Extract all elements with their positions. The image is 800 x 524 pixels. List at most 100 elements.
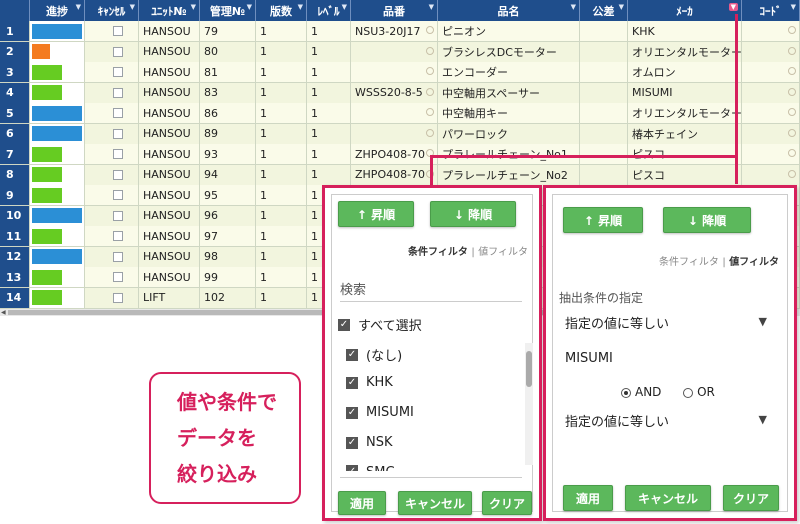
table-cell[interactable] [742,62,800,83]
table-cell[interactable]: HANSOU [139,82,200,104]
column-header[interactable]: 進捗 ▼ [30,0,85,21]
table-cell[interactable]: ブラシレスDCモーター [438,41,580,63]
table-cell[interactable]: エンコーダー [438,62,580,83]
table-cell[interactable] [742,82,800,104]
table-cell[interactable]: 80 [200,41,256,63]
checkbox[interactable]: ✓ [346,348,358,361]
sort-descending-button[interactable]: ↓ 降順 [663,207,751,233]
table-row[interactable]: 4 HANSOU 83 1 1 WSSS20-8-5 中空軸用スペーサー MISUMI [0,82,800,104]
cancel-checkbox[interactable] [113,108,123,118]
search-icon[interactable] [426,46,434,55]
clear-button[interactable]: クリア [482,491,532,515]
table-cell[interactable]: 1 [256,41,307,63]
table-cell[interactable]: 1 [307,62,351,83]
row-number[interactable]: 5 [0,103,30,124]
search-icon[interactable] [426,67,434,75]
progress-cell[interactable] [30,103,85,124]
scroll-left-arrow-icon[interactable]: ◀ [1,309,6,316]
row-number[interactable]: 13 [0,267,30,288]
table-cell[interactable]: 79 [200,21,256,42]
clear-button[interactable]: クリア [723,485,779,511]
search-icon[interactable] [426,108,434,116]
table-cell[interactable]: HANSOU [139,62,200,83]
table-cell[interactable]: ピニオン [438,21,580,42]
table-cell[interactable]: オムロン [628,62,742,83]
progress-cell[interactable] [30,164,85,186]
table-row[interactable]: 1 HANSOU 79 1 1 NSU3-20J17 ピニオン KHK [0,21,800,42]
progress-cell[interactable] [30,123,85,145]
table-cell[interactable] [742,103,800,124]
column-header[interactable]: 公差 ▼ [580,0,628,21]
table-row[interactable]: 6 HANSOU 89 1 1 パワーロック 椿本チェイン [0,123,800,145]
cancel-checkbox[interactable] [113,190,123,200]
table-cell[interactable]: 1 [256,144,307,165]
progress-cell[interactable] [30,21,85,42]
value-list-item[interactable]: ✓ NSK [346,435,393,450]
table-cell[interactable]: 1 [256,185,307,206]
condition-select-2[interactable]: 指定の値に等しい ▼ [565,411,785,430]
table-cell[interactable]: HANSOU [139,185,200,206]
cancel-checkbox-cell[interactable] [85,287,139,309]
table-cell[interactable]: 93 [200,144,256,165]
table-cell[interactable]: 1 [256,62,307,83]
value-list-item[interactable]: ✓ SMC [346,465,395,471]
table-cell[interactable] [580,103,628,124]
filter-icon[interactable]: ▼ [342,3,347,11]
search-icon[interactable] [788,108,796,116]
table-cell[interactable]: 83 [200,82,256,104]
filter-icon[interactable]: ▼ [429,3,434,11]
search-icon[interactable] [788,169,796,178]
table-cell[interactable] [351,123,438,145]
table-cell[interactable]: 94 [200,164,256,186]
sort-ascending-button[interactable]: ↑ 昇順 [563,207,643,233]
cancel-checkbox-cell[interactable] [85,103,139,124]
cancel-checkbox-cell[interactable] [85,82,139,104]
table-cell[interactable]: 89 [200,123,256,145]
sort-descending-button[interactable]: ↓ 降順 [430,201,516,227]
progress-cell[interactable] [30,185,85,206]
cancel-checkbox[interactable] [113,87,123,98]
progress-cell[interactable] [30,144,85,165]
filter-icon[interactable]: ▼ [247,3,252,11]
row-number[interactable]: 7 [0,144,30,165]
table-cell[interactable]: MISUMI [628,82,742,104]
row-number[interactable]: 6 [0,123,30,145]
row-number[interactable]: 3 [0,62,30,83]
search-icon[interactable] [788,26,796,34]
table-cell[interactable]: 1 [256,267,307,288]
condition-select-1[interactable]: 指定の値に等しい ▼ [565,313,785,332]
table-cell[interactable]: 中空軸用スペーサー [438,82,580,104]
search-icon[interactable] [788,87,796,96]
cancel-checkbox-cell[interactable] [85,144,139,165]
and-radio[interactable] [621,387,631,398]
table-cell[interactable]: 1 [307,164,351,186]
column-header[interactable]: 品番 ▼ [351,0,438,21]
cancel-checkbox[interactable] [113,67,123,77]
cancel-checkbox-cell[interactable] [85,164,139,186]
table-cell[interactable]: ZHPO408-70 [351,164,438,186]
row-number[interactable]: 1 [0,21,30,42]
table-cell[interactable]: 1 [256,82,307,104]
checkbox[interactable]: ✓ [346,376,358,389]
progress-cell[interactable] [30,205,85,227]
cancel-checkbox[interactable] [113,231,123,241]
search-icon[interactable] [426,128,434,137]
search-icon[interactable] [788,149,796,157]
table-cell[interactable]: HANSOU [139,144,200,165]
table-cell[interactable] [580,123,628,145]
cancel-checkbox[interactable] [113,128,123,139]
search-icon[interactable] [426,26,434,34]
table-cell[interactable]: 中空軸用キー [438,103,580,124]
table-cell[interactable] [742,21,800,42]
progress-cell[interactable] [30,226,85,247]
row-number[interactable]: 2 [0,41,30,63]
table-cell[interactable] [580,41,628,63]
cancel-checkbox-cell[interactable] [85,185,139,206]
cancel-checkbox[interactable] [113,292,123,303]
table-cell[interactable]: 1 [256,123,307,145]
sort-ascending-button[interactable]: ↑ 昇順 [338,201,414,227]
progress-cell[interactable] [30,246,85,268]
table-row[interactable]: 3 HANSOU 81 1 1 エンコーダー オムロン [0,62,800,83]
column-header[interactable]: ｷｬﾝｾﾙ ▼ [85,0,139,21]
row-number[interactable]: 11 [0,226,30,247]
